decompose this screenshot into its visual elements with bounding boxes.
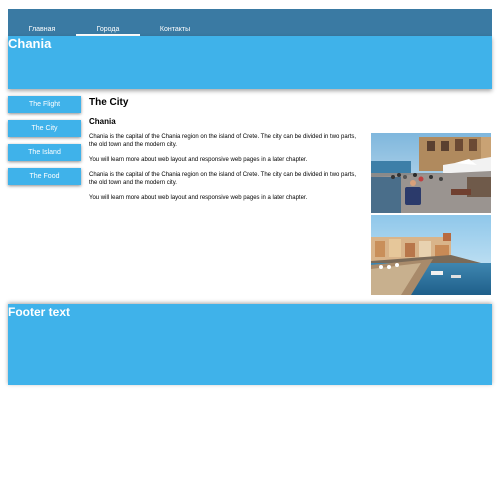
content-paragraph: Chania is the capital of the Chania regi…	[89, 134, 357, 148]
content-paragraph: Chania is the capital of the Chania regi…	[89, 172, 357, 186]
photo-harbour-scene	[371, 215, 491, 295]
chania-street-photo	[371, 133, 491, 213]
menu-item-the-food[interactable]: The Food	[8, 168, 81, 185]
side-menu: The Flight The City The Island The Food	[8, 96, 81, 192]
main-content: The City Chania Chania is the capital of…	[89, 96, 364, 202]
menu-item-the-flight[interactable]: The Flight	[8, 96, 81, 113]
photo-street-scene	[371, 133, 491, 213]
menu-item-the-city[interactable]: The City	[8, 120, 81, 137]
content-title: The City	[89, 97, 129, 108]
page-footer: Footer text	[8, 304, 492, 385]
page-header: Chania	[8, 36, 492, 89]
footer-text: Footer text	[8, 305, 71, 319]
tab-home[interactable]: Главная	[10, 23, 74, 36]
chania-harbour-photo	[371, 215, 491, 295]
top-nav-bar: Главная Города Контакты	[8, 9, 492, 36]
content-paragraph: You will learn more about web layout and…	[89, 157, 308, 163]
tab-cities[interactable]: Города	[76, 23, 140, 36]
content-subtitle: Chania	[89, 117, 116, 126]
header-title: Chania	[8, 36, 52, 51]
menu-item-the-island[interactable]: The Island	[8, 144, 81, 161]
tab-contacts[interactable]: Контакты	[143, 23, 207, 36]
content-paragraph: You will learn more about web layout and…	[89, 195, 308, 201]
